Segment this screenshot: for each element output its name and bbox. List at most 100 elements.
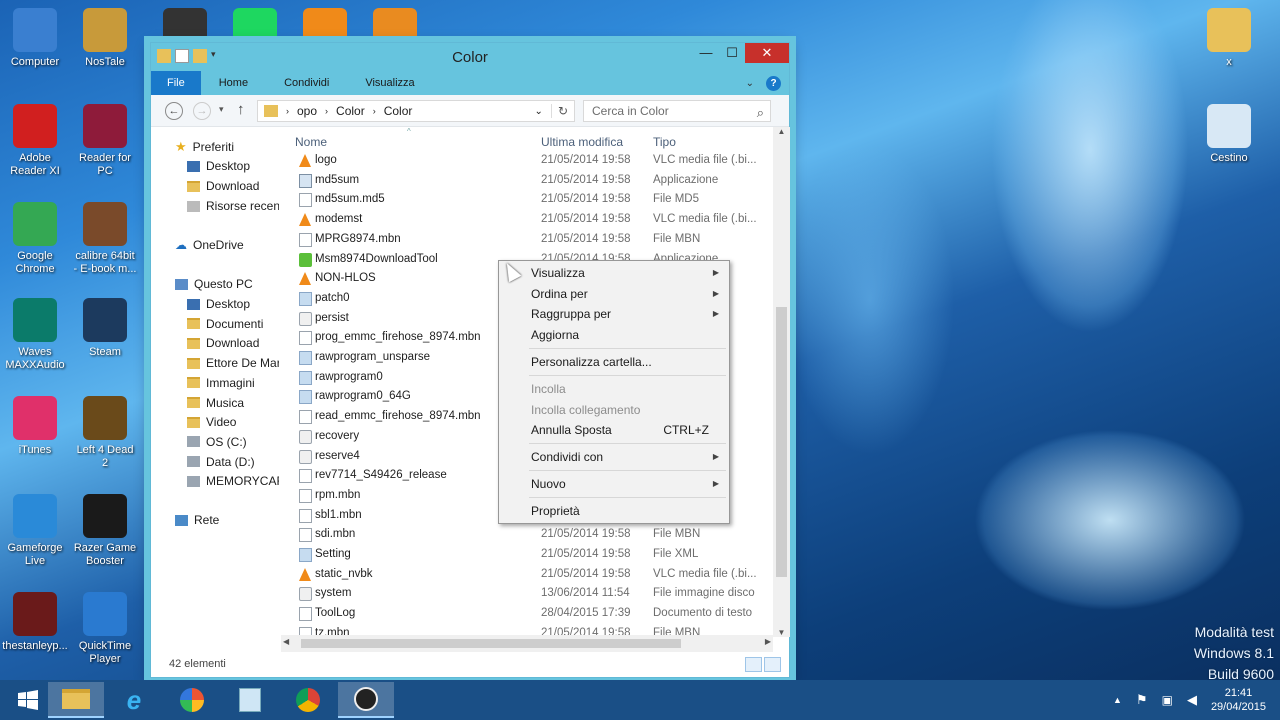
file-row[interactable]: ToolLog 28/04/2015 17:39 Documento di test… bbox=[295, 604, 775, 624]
taskbar-picasa[interactable] bbox=[164, 682, 220, 718]
menu-item-personalizza[interactable]: Personalizza cartella... bbox=[531, 355, 652, 369]
scroll-right-icon[interactable]: ▶ bbox=[765, 637, 771, 646]
back-button[interactable]: ← bbox=[165, 102, 183, 120]
details-view-icon[interactable] bbox=[745, 657, 762, 672]
network-icon[interactable]: ▣ bbox=[1162, 693, 1173, 707]
nav-onedrive[interactable]: ☁ OneDrive bbox=[175, 238, 244, 252]
minimize-button[interactable]: — bbox=[693, 43, 719, 63]
up-button[interactable]: ↑ bbox=[237, 101, 245, 118]
tab-file[interactable]: File bbox=[151, 71, 201, 95]
scroll-up-icon[interactable]: ▲ bbox=[773, 127, 790, 136]
file-row[interactable]: modemst 21/05/2014 19:58 VLC media file (.… bbox=[295, 210, 775, 230]
help-icon[interactable]: ? bbox=[766, 75, 781, 91]
desktop-shortcut[interactable]: Cestino bbox=[1196, 104, 1262, 165]
nav-item-pc[interactable]: Musica bbox=[187, 396, 244, 410]
taskbar-file-explorer[interactable] bbox=[48, 682, 104, 718]
column-header-date[interactable]: Ultima modifica bbox=[541, 135, 623, 149]
menu-item-annulla-sposta[interactable]: Annulla Sposta bbox=[531, 423, 612, 437]
desktop-shortcut[interactable]: thestanleyp... bbox=[2, 592, 68, 653]
nav-item-pc[interactable]: MEMORYCARI bbox=[187, 474, 279, 488]
menu-item-ordina-per[interactable]: Ordina per bbox=[531, 287, 588, 301]
scrollbar-thumb[interactable] bbox=[776, 307, 787, 577]
recent-locations-icon[interactable]: ▾ bbox=[219, 104, 224, 115]
maximize-button[interactable]: ☐ bbox=[719, 43, 745, 63]
desktop-shortcut[interactable]: Adobe Reader XI bbox=[2, 104, 68, 178]
address-bar[interactable]: › opo › Color › Color ⌄ ↻ bbox=[257, 100, 575, 122]
file-row[interactable]: md5sum 21/05/2014 19:58 Applicazione bbox=[295, 171, 775, 191]
nav-item-pc[interactable]: OS (C:) bbox=[187, 435, 247, 449]
desktop-shortcut[interactable]: NosTale bbox=[72, 8, 138, 69]
breadcrumb-item[interactable]: Color bbox=[336, 104, 365, 118]
tab-visualizza[interactable]: Visualizza bbox=[347, 71, 432, 95]
desktop-shortcut[interactable]: Computer bbox=[2, 8, 68, 69]
file-row[interactable]: sdi.mbn 21/05/2014 19:58 File MBN bbox=[295, 525, 775, 545]
taskbar-internet-explorer[interactable]: e bbox=[106, 682, 162, 718]
breadcrumb-item[interactable]: opo bbox=[297, 104, 317, 118]
nav-item-pc[interactable]: Download bbox=[187, 336, 259, 350]
nav-favorites[interactable]: ★ Preferiti bbox=[175, 139, 234, 155]
menu-item-aggiorna[interactable]: Aggiorna bbox=[531, 328, 579, 342]
nav-item-pc[interactable]: Documenti bbox=[187, 317, 263, 331]
vertical-scrollbar[interactable]: ▲ ▼ bbox=[773, 127, 790, 637]
desktop-shortcut[interactable]: Waves MAXXAudio bbox=[2, 298, 68, 372]
desktop-shortcut[interactable]: Google Chrome bbox=[2, 202, 68, 276]
horizontal-scrollbar[interactable]: ◀ ▶ bbox=[281, 635, 773, 652]
search-input[interactable]: Cerca in Color ⌕ bbox=[583, 100, 771, 122]
show-hidden-icons-icon[interactable]: ▲ bbox=[1113, 695, 1122, 705]
file-type: File XML bbox=[653, 548, 699, 560]
file-row[interactable]: MPRG8974.mbn 21/05/2014 19:58 File MBN bbox=[295, 230, 775, 250]
menu-item-raggruppa-per[interactable]: Raggruppa per bbox=[531, 307, 611, 321]
menu-item-proprieta[interactable]: Proprietà bbox=[531, 504, 580, 518]
scroll-down-icon[interactable]: ▼ bbox=[773, 628, 790, 637]
desktop-shortcut[interactable]: Steam bbox=[72, 298, 138, 359]
file-row[interactable]: logo 21/05/2014 19:58 VLC media file (.bi.… bbox=[295, 151, 775, 171]
forward-button[interactable]: → bbox=[193, 102, 211, 120]
desktop-shortcut[interactable]: QuickTime Player bbox=[72, 592, 138, 666]
expand-ribbon-icon[interactable]: ⌄ bbox=[746, 78, 754, 89]
scrollbar-thumb[interactable] bbox=[301, 639, 681, 648]
file-row[interactable]: system 13/06/2014 11:54 File immagine disc… bbox=[295, 584, 775, 604]
menu-item-visualizza[interactable]: Visualizza bbox=[531, 266, 585, 280]
scroll-left-icon[interactable]: ◀ bbox=[283, 637, 289, 646]
nav-item-download[interactable]: Download bbox=[187, 179, 259, 193]
refresh-icon[interactable]: ↻ bbox=[550, 104, 574, 118]
nav-network[interactable]: Rete bbox=[175, 513, 219, 527]
address-dropdown-icon[interactable]: ⌄ bbox=[535, 106, 543, 117]
nav-item-pc[interactable]: Video bbox=[187, 415, 236, 429]
close-button[interactable]: ✕ bbox=[745, 43, 789, 63]
nav-item-pc[interactable]: Ettore De Mart bbox=[187, 356, 279, 370]
taskbar-notepad[interactable] bbox=[222, 682, 278, 718]
menu-item-nuovo[interactable]: Nuovo bbox=[531, 477, 566, 491]
desktop-shortcut[interactable]: Gameforge Live bbox=[2, 494, 68, 568]
nav-item-pc[interactable]: Desktop bbox=[187, 297, 250, 311]
clock[interactable]: 21:41 29/04/2015 bbox=[1211, 686, 1266, 714]
volume-icon[interactable]: ◀ bbox=[1187, 692, 1197, 708]
file-row[interactable]: static_nvbk 21/05/2014 19:58 VLC media fil… bbox=[295, 565, 775, 585]
menu-item-condividi-con[interactable]: Condividi con bbox=[531, 450, 603, 464]
file-row[interactable]: tz.mbn 21/05/2014 19:58 File MBN bbox=[295, 624, 775, 635]
column-header-name[interactable]: Nome bbox=[295, 135, 327, 149]
nav-item-pc[interactable]: Data (D:) bbox=[187, 455, 255, 469]
breadcrumb-item[interactable]: Color bbox=[384, 104, 413, 118]
tab-home[interactable]: Home bbox=[201, 71, 266, 95]
nav-item-pc[interactable]: Immagini bbox=[187, 376, 255, 390]
nav-this-pc[interactable]: Questo PC bbox=[175, 277, 253, 291]
tab-condividi[interactable]: Condividi bbox=[266, 71, 347, 95]
search-icon[interactable]: ⌕ bbox=[757, 103, 764, 123]
file-row[interactable]: md5sum.md5 21/05/2014 19:58 File MD5 bbox=[295, 190, 775, 210]
desktop-shortcut[interactable]: calibre 64bit - E-book m... bbox=[72, 202, 138, 276]
taskbar-chrome[interactable] bbox=[280, 682, 336, 718]
desktop-shortcut[interactable]: Reader for PC bbox=[72, 104, 138, 178]
taskbar-obs[interactable] bbox=[338, 682, 394, 718]
desktop-shortcut[interactable]: iTunes bbox=[2, 396, 68, 457]
nav-item-recent[interactable]: Risorse recenti bbox=[187, 199, 279, 213]
desktop-shortcut[interactable]: Left 4 Dead 2 bbox=[72, 396, 138, 470]
nav-item-desktop[interactable]: Desktop bbox=[187, 159, 250, 173]
desktop-shortcut[interactable]: x bbox=[1196, 8, 1262, 69]
column-header-type[interactable]: Tipo bbox=[653, 135, 676, 149]
action-center-flag-icon[interactable]: ⚑ bbox=[1136, 692, 1148, 708]
title-bar[interactable]: ▾ Color — ☐ ✕ bbox=[151, 43, 789, 71]
large-icons-view-icon[interactable] bbox=[764, 657, 781, 672]
desktop-shortcut[interactable]: Razer Game Booster bbox=[72, 494, 138, 568]
file-row[interactable]: Setting 21/05/2014 19:58 File XML bbox=[295, 545, 775, 565]
